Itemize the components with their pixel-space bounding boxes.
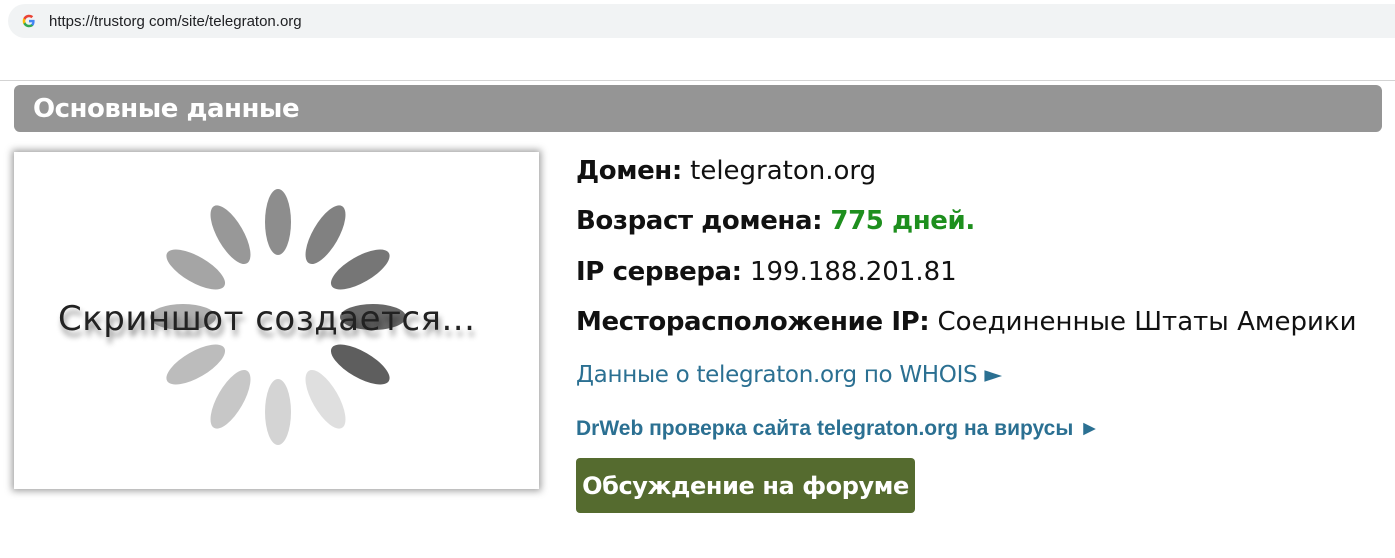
ip-location-label: Месторасположение IP: [576,307,930,337]
forum-button-label: Обсуждение на форуме [582,471,909,500]
section-title: Основные данные [33,93,300,124]
url-text[interactable]: https://trustorg com/site/telegraton.org [49,13,302,30]
drweb-check-link[interactable]: DrWeb проверка сайта telegraton.org на в… [576,417,1100,441]
domain-age-value: 775 дней. [830,206,975,236]
domain-age-row: Возраст домена: 775 дней. [576,206,975,236]
section-header: Основные данные [14,85,1382,132]
domain-age-label: Возраст домена: [576,206,823,236]
domain-row: Домен: telegraton.org [576,156,876,186]
screenshot-status-text: Скриншот создается... [58,299,476,339]
whois-link[interactable]: Данные о telegraton.org по WHOIS ► [576,362,1002,388]
google-g-icon [22,14,36,28]
server-ip-label: IP сервера: [576,257,742,287]
server-ip-value: 199.188.201.81 [749,257,957,287]
forum-discussion-button[interactable]: Обсуждение на форуме [576,458,915,513]
domain-label: Домен: [576,156,682,186]
domain-value: telegraton.org [690,156,877,186]
ip-location-value: Соединенные Штаты Америки [937,307,1357,337]
site-screenshot-placeholder: Скриншот создается... [14,152,539,489]
address-bar[interactable]: https://trustorg com/site/telegraton.org [8,4,1395,38]
ip-location-row: Месторасположение IP: Соединенные Штаты … [576,307,1356,337]
server-ip-row: IP сервера: 199.188.201.81 [576,257,957,287]
toolbar-divider [0,80,1395,81]
